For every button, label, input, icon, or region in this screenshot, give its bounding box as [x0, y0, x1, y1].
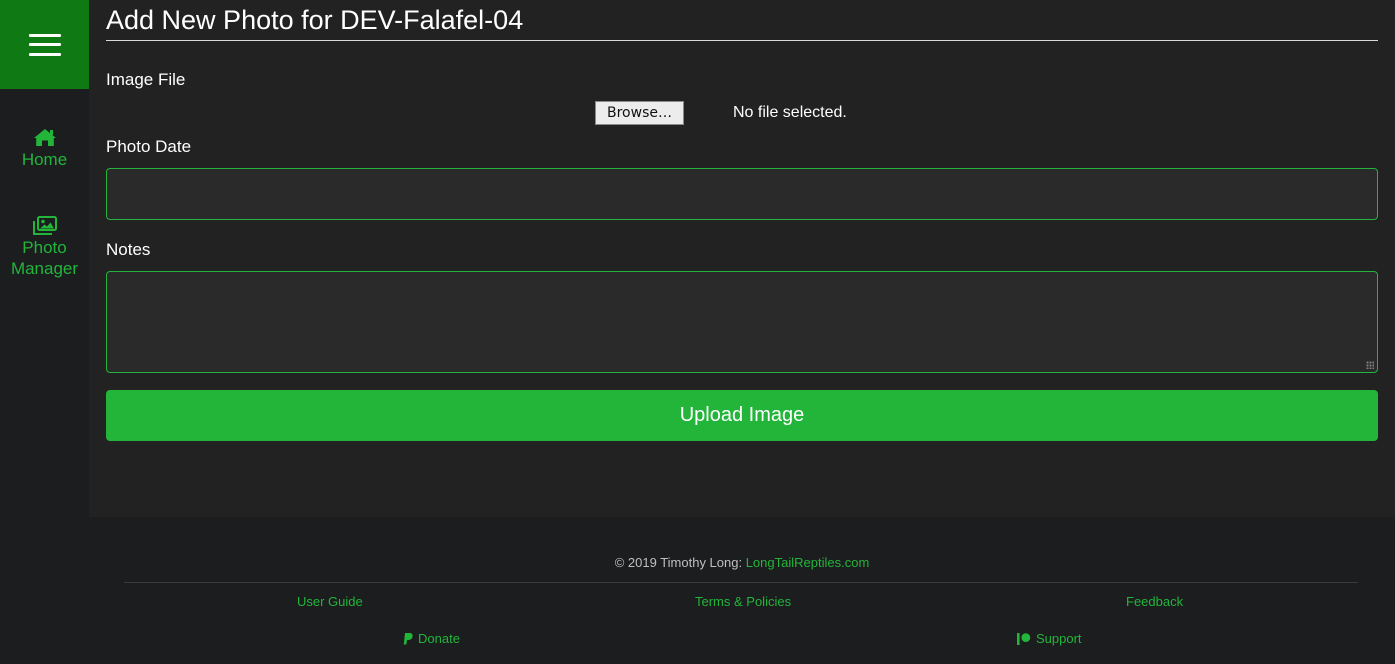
- main-panel: Add New Photo for DEV-Falafel-04 Image F…: [89, 0, 1395, 517]
- feedback-link[interactable]: Feedback: [1126, 594, 1183, 609]
- resize-grip-icon[interactable]: [1366, 361, 1374, 369]
- home-icon: [33, 129, 56, 146]
- photo-date-input[interactable]: [106, 168, 1378, 220]
- notes-textarea[interactable]: [106, 271, 1378, 373]
- photo-gallery-icon: [32, 216, 57, 235]
- file-status-text: No file selected.: [733, 104, 847, 121]
- paypal-icon: [403, 632, 413, 644]
- upload-image-button[interactable]: Upload Image: [106, 390, 1378, 441]
- footer-divider: [124, 582, 1358, 583]
- sidebar-item-label: Photo Manager: [10, 238, 79, 278]
- browse-button[interactable]: Browse…: [595, 101, 684, 125]
- title-divider: [106, 40, 1378, 41]
- site-link[interactable]: LongTailReptiles.com: [746, 555, 870, 570]
- sidebar: Home Photo Manager: [0, 0, 89, 664]
- copyright-text: © 2019 Timothy Long:: [614, 555, 746, 570]
- donate-label: Donate: [418, 631, 460, 646]
- sidebar-item-photo-manager[interactable]: Photo Manager: [0, 216, 89, 279]
- donate-link[interactable]: Donate: [403, 631, 460, 646]
- image-file-label: Image File: [106, 70, 186, 89]
- support-label: Support: [1036, 631, 1082, 646]
- menu-toggle-button[interactable]: [0, 0, 89, 89]
- support-link[interactable]: Support: [1017, 631, 1082, 646]
- sidebar-item-label: Home: [21, 150, 68, 169]
- copyright: © 2019 Timothy Long: LongTailReptiles.co…: [89, 555, 1395, 570]
- hamburger-icon: [28, 33, 61, 56]
- photo-date-label: Photo Date: [106, 137, 192, 156]
- notes-label: Notes: [106, 240, 151, 259]
- page-title: Add New Photo for DEV-Falafel-04: [106, 5, 524, 35]
- sidebar-item-home[interactable]: Home: [0, 128, 89, 170]
- patreon-icon: [1017, 632, 1031, 645]
- user-guide-link[interactable]: User Guide: [297, 594, 363, 609]
- terms-policies-link[interactable]: Terms & Policies: [695, 594, 791, 609]
